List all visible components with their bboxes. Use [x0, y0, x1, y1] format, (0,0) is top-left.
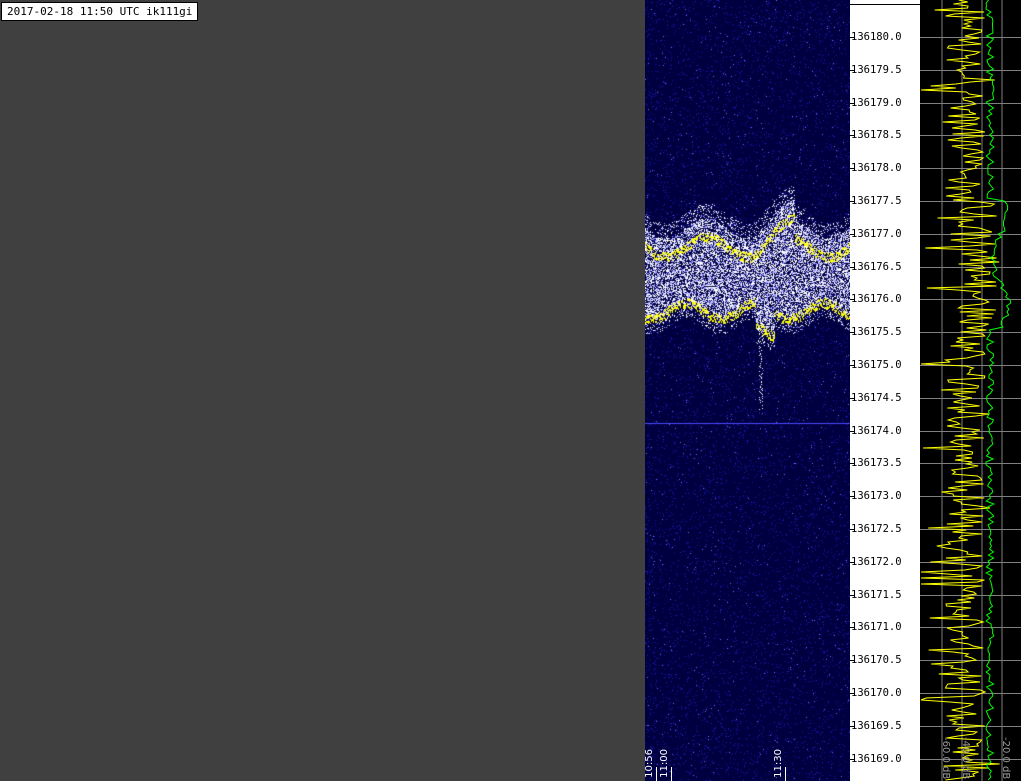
- frequency-label: 136178.5: [851, 129, 902, 141]
- frequency-label: 136179.5: [851, 64, 902, 76]
- time-label: 10:56: [645, 749, 655, 778]
- spectrum-panel: -60.0 dB -40.0 dB -20.0 dB: [920, 0, 1021, 781]
- frequency-label: 136170.0: [851, 687, 902, 699]
- frequency-label: 136172.0: [851, 556, 902, 568]
- waterfall-canvas: [645, 0, 850, 781]
- scale-top-rule: [850, 4, 920, 5]
- time-label: 11:30: [773, 749, 784, 778]
- frequency-label: 136177.0: [851, 228, 902, 240]
- frequency-label: 136177.5: [851, 195, 902, 207]
- frequency-label: 136170.5: [851, 654, 902, 666]
- time-tick: [671, 767, 672, 781]
- frequency-label: 136174.0: [851, 425, 902, 437]
- db-label: -60.0 dB: [940, 736, 951, 779]
- frequency-label: 136169.5: [851, 720, 902, 732]
- frequency-label: 136176.0: [851, 293, 902, 305]
- time-tick: [785, 767, 786, 781]
- frequency-label: 136179.0: [851, 97, 902, 109]
- frequency-label: 136178.0: [851, 162, 902, 174]
- time-tick: [656, 767, 657, 781]
- time-label: 11:00: [659, 749, 670, 778]
- frequency-label: 136180.0: [851, 31, 902, 43]
- frequency-label: 136175.0: [851, 359, 902, 371]
- frequency-label: 136173.0: [851, 490, 902, 502]
- waterfall-display[interactable]: 10:56 11:00 11:30: [645, 0, 850, 781]
- frequency-label: 136169.0: [851, 753, 902, 765]
- frequency-label: 136175.5: [851, 326, 902, 338]
- frequency-label: 136174.5: [851, 392, 902, 404]
- frequency-label: 136171.5: [851, 589, 902, 601]
- db-label: -20.0 dB: [1000, 736, 1011, 779]
- empty-canvas-area: [0, 22, 645, 781]
- timestamp-callsign-label: 2017-02-18 11:50 UTC ik111gi: [1, 2, 199, 21]
- app-window: 2017-02-18 11:50 UTC ik111gi 10:56 11:00 1…: [0, 0, 1021, 781]
- db-label: -40.0 dB: [960, 736, 971, 779]
- frequency-label: 136176.5: [851, 261, 902, 273]
- frequency-label: 136171.0: [851, 621, 902, 633]
- spectrum-average-trace: [984, 0, 1012, 781]
- frequency-scale: 136180.0 136179.5 136179.0 136178.5 136178.0…: [850, 0, 920, 781]
- frequency-label: 136173.5: [851, 457, 902, 469]
- frequency-label: 136172.5: [851, 523, 902, 535]
- spectrum-plot: [920, 0, 1021, 781]
